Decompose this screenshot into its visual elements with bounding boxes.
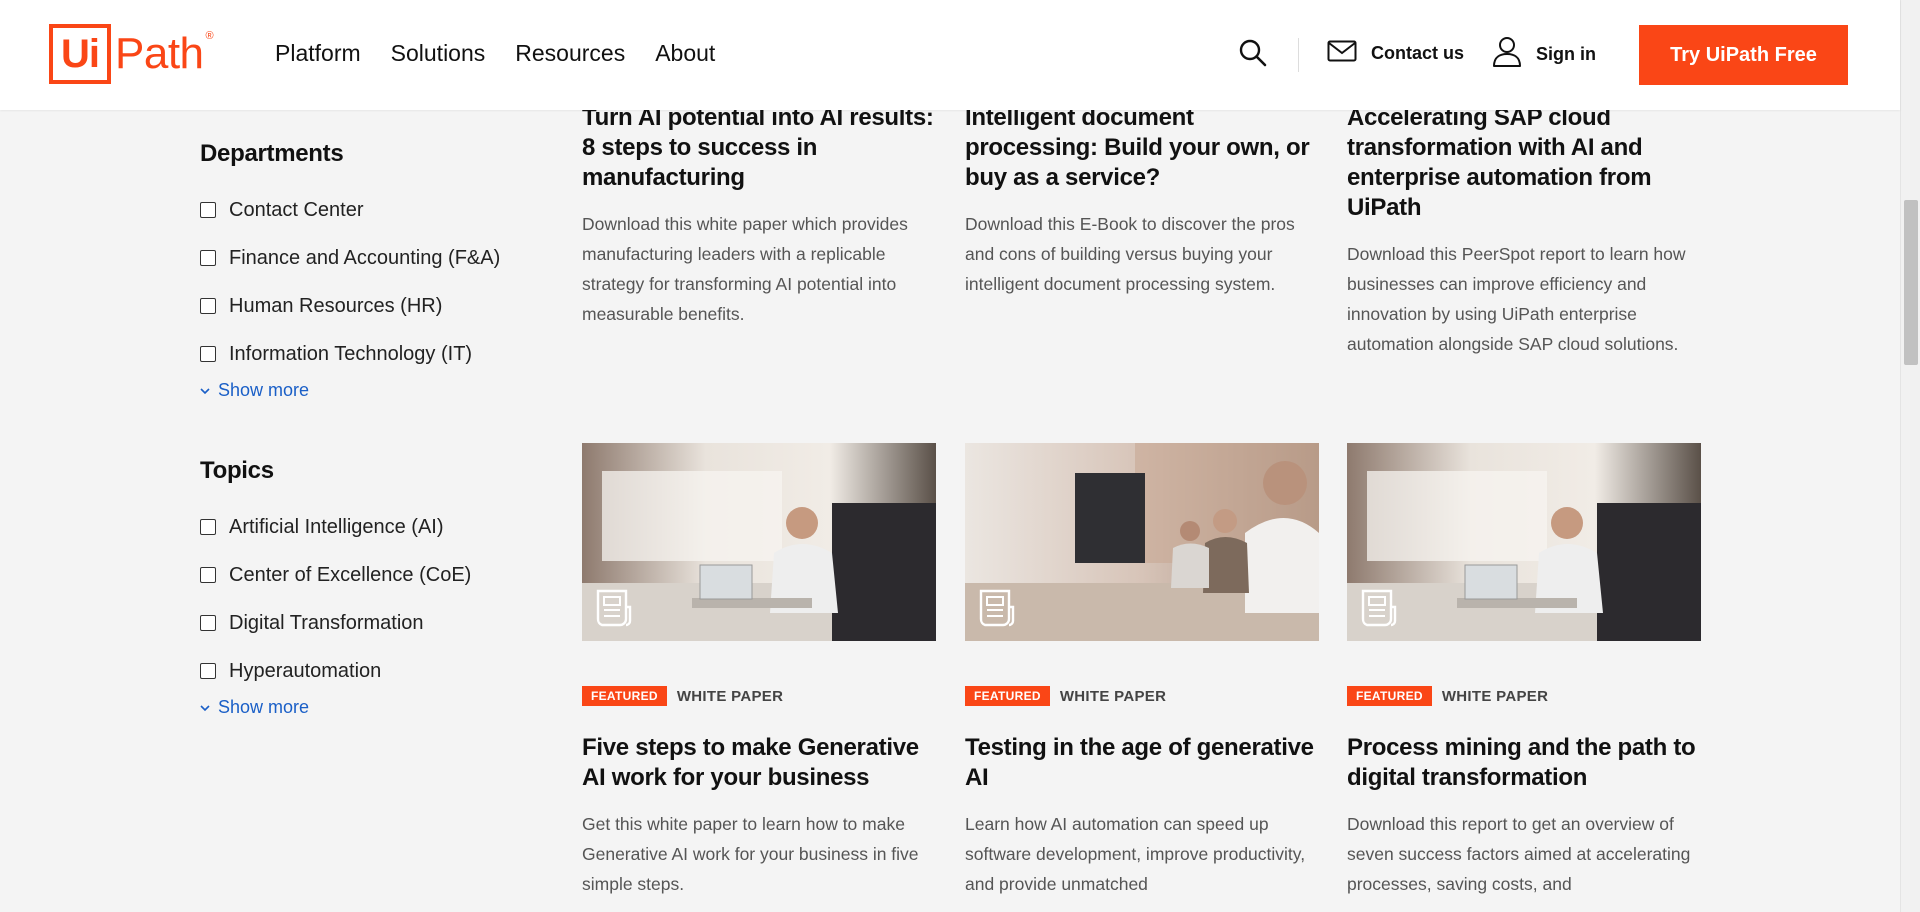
search-icon[interactable] [1238, 38, 1268, 68]
checkbox[interactable] [200, 567, 216, 583]
nav-about[interactable]: About [655, 40, 715, 67]
sign-in-label: Sign in [1536, 44, 1596, 64]
resource-card[interactable]: Process mining and the path to digital t… [1347, 733, 1701, 899]
nav-resources[interactable]: Resources [515, 40, 625, 67]
card-thumbnail-image[interactable] [965, 443, 1319, 641]
contact-us-link[interactable]: Contact us [1327, 40, 1464, 67]
card-description: Download this white paper which provides… [582, 214, 908, 324]
logo-registered-mark: ® [205, 30, 214, 42]
filter-digital-transformation[interactable]: Digital Transformation [200, 599, 530, 647]
user-icon [1492, 36, 1522, 73]
logo-box: Ui [49, 24, 111, 84]
resource-card[interactable]: Five steps to make Generative AI work fo… [582, 733, 936, 899]
topics-title: Topics [200, 457, 274, 484]
filter-label: Information Technology (IT) [229, 342, 473, 365]
card-badges: FEATURED WHITE PAPER [965, 686, 1166, 706]
page-scrollbar[interactable] [1900, 0, 1920, 912]
card-title[interactable]: Intelligent document processing: Build y… [965, 103, 1319, 193]
departments-show-more[interactable]: Show more [200, 380, 530, 401]
filter-contact-center[interactable]: Contact Center [200, 186, 530, 234]
content-type-label: WHITE PAPER [1441, 687, 1549, 705]
filter-center-of-excellence[interactable]: Center of Excellence (CoE) [200, 551, 530, 599]
nav-solutions[interactable]: Solutions [391, 40, 486, 67]
card-title[interactable]: Testing in the age of generative AI [965, 733, 1319, 793]
card-description: Download this report to get an overview … [1347, 814, 1691, 894]
card-description: Download this PeerSpot report to learn h… [1347, 244, 1686, 354]
scrollbar-thumb[interactable] [1904, 200, 1918, 365]
filter-label: Contact Center [229, 198, 364, 221]
topics-filter: Topics Artificial Intelligence (AI) Cent… [200, 457, 530, 718]
uipath-logo[interactable]: Ui Path ® [49, 24, 214, 84]
filter-sidebar: Departments Contact Center Finance and A… [200, 140, 530, 718]
filter-hyperautomation[interactable]: Hyperautomation [200, 647, 530, 695]
checkbox[interactable] [200, 519, 216, 535]
filter-finance-accounting[interactable]: Finance and Accounting (F&A) [200, 234, 530, 282]
nav-platform[interactable]: Platform [275, 40, 361, 67]
checkbox[interactable] [200, 615, 216, 631]
card-badges: FEATURED WHITE PAPER [582, 686, 783, 706]
card-thumbnail-image[interactable] [582, 443, 936, 641]
card-description: Get this white paper to learn how to mak… [582, 814, 919, 894]
filter-label: Center of Excellence (CoE) [229, 563, 472, 586]
checkbox[interactable] [200, 663, 216, 679]
card-description: Download this E-Book to discover the pro… [965, 214, 1295, 294]
card-description: Learn how AI automation can speed up sof… [965, 814, 1306, 894]
show-more-label: Show more [218, 697, 310, 717]
chevron-down-icon [200, 701, 210, 715]
departments-filter: Departments Contact Center Finance and A… [200, 140, 530, 401]
mail-icon [1327, 40, 1357, 67]
checkbox[interactable] [200, 202, 216, 218]
card-title[interactable]: Turn AI potential into AI results: 8 ste… [582, 103, 936, 193]
show-more-label: Show more [218, 380, 310, 400]
document-icon [592, 587, 634, 629]
featured-badge: FEATURED [1347, 686, 1432, 706]
filter-label: Hyperautomation [229, 659, 382, 682]
filter-artificial-intelligence[interactable]: Artificial Intelligence (AI) [200, 503, 530, 551]
try-uipath-free-button[interactable]: Try UiPath Free [1639, 25, 1848, 85]
featured-badge: FEATURED [965, 686, 1050, 706]
main-nav: Platform Solutions Resources About [275, 40, 715, 67]
resource-card[interactable]: Intelligent document processing: Build y… [965, 103, 1319, 299]
card-thumbnail-image[interactable] [1347, 443, 1701, 641]
card-title[interactable]: Process mining and the path to digital t… [1347, 733, 1701, 793]
checkbox[interactable] [200, 298, 216, 314]
header-divider [1298, 38, 1299, 72]
topics-show-more[interactable]: Show more [200, 697, 530, 718]
checkbox[interactable] [200, 250, 216, 266]
card-title[interactable]: Five steps to make Generative AI work fo… [582, 733, 936, 793]
filter-information-technology[interactable]: Information Technology (IT) [200, 330, 530, 378]
content-type-label: WHITE PAPER [1059, 687, 1167, 705]
departments-title: Departments [200, 140, 344, 167]
resource-card[interactable]: Testing in the age of generative AI Lear… [965, 733, 1319, 899]
logo-text: Path [115, 29, 204, 78]
contact-us-label: Contact us [1371, 43, 1465, 63]
featured-badge: FEATURED [582, 686, 667, 706]
document-icon [975, 587, 1017, 629]
card-title[interactable]: Accelerating SAP cloud transformation wi… [1347, 103, 1701, 223]
sign-in-link[interactable]: Sign in [1492, 36, 1596, 73]
card-badges: FEATURED WHITE PAPER [1347, 686, 1548, 706]
content-type-label: WHITE PAPER [676, 687, 784, 705]
resource-card[interactable]: Accelerating SAP cloud transformation wi… [1347, 103, 1701, 359]
checkbox[interactable] [200, 346, 216, 362]
filter-label: Digital Transformation [229, 611, 424, 634]
filter-label: Artificial Intelligence (AI) [229, 515, 444, 538]
filter-label: Human Resources (HR) [229, 294, 443, 317]
chevron-down-icon [200, 384, 210, 398]
document-icon [1357, 587, 1399, 629]
resource-card[interactable]: Turn AI potential into AI results: 8 ste… [582, 103, 936, 329]
filter-label: Finance and Accounting (F&A) [229, 246, 501, 269]
filter-human-resources[interactable]: Human Resources (HR) [200, 282, 530, 330]
site-header: Ui Path ® Platform Solutions Resources A… [0, 0, 1900, 110]
